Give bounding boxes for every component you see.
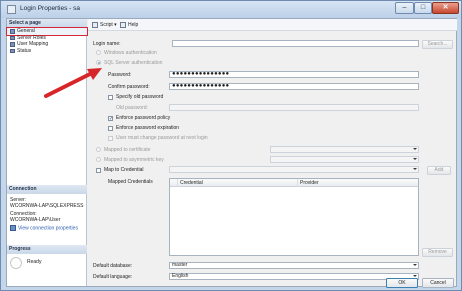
minimize-button[interactable]: – <box>395 2 414 14</box>
default-language-select[interactable]: English <box>169 273 419 280</box>
progress-header: Progress <box>7 245 87 254</box>
enforce-expiration-label: Enforce password expiration <box>116 125 180 131</box>
mapped-asym-key-label: Mapped to asymmetric key <box>104 157 164 163</box>
title-bar[interactable]: Login Properties - sa – □ ✕ <box>1 1 461 18</box>
windows-auth-label: Windows authentication <box>104 50 157 56</box>
toolbar: Script ▾ Help <box>88 19 457 31</box>
close-button[interactable]: ✕ <box>432 2 459 14</box>
default-language-value: English <box>172 273 189 279</box>
map-credential-label: Map to Credential <box>104 167 144 173</box>
window-title: Login Properties - sa <box>20 5 80 12</box>
page-item-label: Status <box>17 47 32 54</box>
search-button[interactable]: Search... <box>422 40 453 49</box>
login-properties-window: Login Properties - sa – □ ✕ Select a pag… <box>0 0 462 291</box>
help-icon <box>120 21 126 28</box>
grid-column-credential[interactable]: Credential <box>178 179 298 187</box>
grid-column-provider[interactable]: Provider <box>298 179 418 187</box>
window-icon <box>7 5 16 14</box>
page-list: General Server Roles User Mapping Status <box>6 27 88 55</box>
must-change-checkbox[interactable] <box>108 136 113 141</box>
password-input[interactable]: ●●●●●●●●●●●●●●● <box>169 71 419 78</box>
mapped-asym-key-radio[interactable] <box>96 157 101 162</box>
password-label: Password: <box>108 72 132 78</box>
default-database-select[interactable]: master <box>169 262 419 269</box>
page-item-label: User Mapping <box>17 41 49 47</box>
grid-column-select <box>170 179 178 187</box>
asym-key-select[interactable] <box>270 156 419 163</box>
default-database-value: master <box>172 262 188 268</box>
chevron-down-icon <box>413 148 417 150</box>
page-icon <box>10 35 15 40</box>
help-button[interactable]: Help <box>120 21 138 29</box>
enforce-policy-label: Enforce password policy <box>116 115 171 121</box>
page-icon <box>10 42 15 47</box>
confirm-password-input[interactable]: ●●●●●●●●●●●●●●● <box>169 83 419 90</box>
page-icon <box>10 48 15 53</box>
connection-info: Server: WCORNWA-LAP\SQLEXPRESS Connectio… <box>10 197 86 231</box>
map-credential-checkbox[interactable] <box>96 168 101 173</box>
confirm-password-label: Confirm password: <box>108 84 150 90</box>
page-item-status[interactable]: Status <box>7 48 87 55</box>
page-item-label: Server Roles <box>17 34 46 41</box>
page-icon <box>10 29 15 34</box>
enforce-policy-checkbox[interactable]: ✓ <box>108 116 113 122</box>
connection-header: Connection <box>7 185 87 194</box>
page-item-label: General <box>17 28 35 34</box>
script-button[interactable]: Script ▾ <box>92 21 117 29</box>
help-label: Help <box>128 22 139 28</box>
progress-status-row: Ready <box>10 257 86 271</box>
progress-status: Ready <box>27 259 42 265</box>
credential-select[interactable] <box>169 166 419 173</box>
old-password-input[interactable] <box>169 104 419 111</box>
select-page-header: Select a page <box>7 19 87 28</box>
sql-auth-label: SQL Server authentication <box>104 60 163 66</box>
view-connection-label: View connection properties <box>18 225 78 232</box>
default-database-label: Default database: <box>93 263 133 269</box>
server-value: WCORNWA-LAP\SQLEXPRESS <box>10 203 84 209</box>
specify-old-password-checkbox[interactable] <box>108 95 113 100</box>
mapped-certificate-label: Mapped to certificate <box>104 147 151 153</box>
chevron-down-icon <box>413 264 417 266</box>
specify-old-password-label: Specify old password <box>116 94 164 100</box>
script-icon <box>92 21 98 28</box>
page-selector-pane: Select a page General Server Roles User … <box>6 19 88 286</box>
default-language-label: Default language: <box>93 274 133 280</box>
login-name-label: Login name: <box>93 41 121 47</box>
dialog-client-area: Select a page General Server Roles User … <box>6 18 457 287</box>
chevron-down-icon <box>413 158 417 160</box>
view-connection-properties-link[interactable]: View connection properties <box>10 225 86 231</box>
enforce-expiration-checkbox[interactable] <box>108 126 113 131</box>
must-change-label: User must change password at next login <box>116 135 208 141</box>
certificate-select[interactable] <box>270 146 419 153</box>
cancel-button[interactable]: Cancel <box>422 278 454 288</box>
annotation-arrow-shaft <box>44 70 96 98</box>
old-password-label: Old password: <box>116 105 148 111</box>
windows-auth-radio[interactable] <box>96 50 101 55</box>
login-name-input[interactable] <box>172 40 419 47</box>
connection-properties-icon <box>10 225 16 231</box>
mapped-credentials-grid[interactable]: Credential Provider <box>169 178 419 256</box>
chevron-down-icon <box>413 275 417 277</box>
mapped-certificate-radio[interactable] <box>96 147 101 152</box>
script-label: Script <box>100 22 113 28</box>
mapped-credentials-label: Mapped Credentials <box>108 179 153 185</box>
ok-button[interactable]: OK <box>386 278 418 288</box>
maximize-button[interactable]: □ <box>414 2 432 14</box>
remove-button[interactable]: Remove <box>422 248 453 257</box>
progress-spinner-icon <box>10 257 22 269</box>
chevron-down-icon <box>413 168 417 170</box>
grid-header: Credential Provider <box>170 179 418 187</box>
script-dropdown-icon[interactable]: ▾ <box>114 22 117 28</box>
annotation-arrow-icon <box>44 68 102 98</box>
add-button[interactable]: Add <box>427 166 451 175</box>
